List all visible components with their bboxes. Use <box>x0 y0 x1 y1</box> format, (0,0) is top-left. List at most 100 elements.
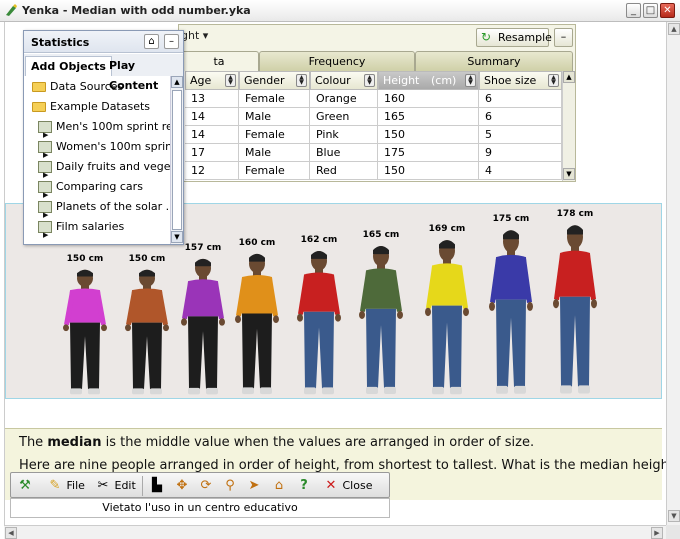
person-figure[interactable] <box>296 249 342 396</box>
tree-item[interactable]: Daily fruits and vege... <box>38 158 170 184</box>
table-cell[interactable]: 175 <box>378 144 479 162</box>
scroll-up-icon[interactable]: ▲ <box>563 71 575 83</box>
table-cell[interactable]: 9 <box>479 144 562 162</box>
dataset-icon <box>38 181 52 204</box>
person-figure[interactable] <box>124 268 170 396</box>
column-unit-label: (cm) <box>431 74 457 87</box>
table-cell[interactable]: Male <box>239 144 310 162</box>
table-cell[interactable]: 5 <box>479 126 562 144</box>
table-cell[interactable]: 4 <box>479 162 562 180</box>
table-cell[interactable]: 17 <box>185 144 239 162</box>
table-cell[interactable]: 13 <box>185 90 239 108</box>
table-cell[interactable]: 160 <box>378 90 479 108</box>
sort-icon[interactable]: ▲ ▼ <box>225 74 236 87</box>
close-label: Close <box>342 479 373 492</box>
tree-item-label: Film salaries <box>56 220 125 233</box>
table-cell[interactable]: Pink <box>310 126 378 144</box>
scroll-down-icon[interactable]: ▼ <box>668 510 680 522</box>
tree-item[interactable]: Film salaries <box>38 218 125 244</box>
move-icon[interactable]: ✥ <box>174 476 190 495</box>
height-label: 175 cm <box>492 214 530 224</box>
table-scrollbar[interactable]: ▲ ▼ <box>562 71 575 181</box>
height-label: 165 cm <box>362 230 400 240</box>
person-figure[interactable] <box>488 228 534 396</box>
table-cell[interactable]: 6 <box>479 108 562 126</box>
person-figure[interactable] <box>424 238 470 396</box>
tree-item[interactable]: Example Datasets <box>32 98 150 116</box>
person-figure[interactable] <box>234 252 280 396</box>
scroll-up-icon[interactable]: ▲ <box>171 76 183 88</box>
tab-summary[interactable]: Summary <box>415 51 573 71</box>
sort-icon[interactable]: ▲ ▼ <box>364 74 375 87</box>
column-header-shoe-size[interactable]: Shoe size ▲ ▼ <box>479 71 562 90</box>
home-icon[interactable]: ⌂ <box>144 34 159 49</box>
wand-icon[interactable]: ⚒ <box>17 476 33 495</box>
resample-button[interactable]: ↻ Resample <box>476 28 552 47</box>
column-header-age[interactable]: Age ▲ ▼ <box>185 71 239 90</box>
scrollbar-thumb[interactable] <box>172 90 182 230</box>
sort-icon[interactable]: ▲ ▼ <box>465 74 476 87</box>
scroll-left-icon[interactable]: ◀ <box>5 527 17 539</box>
table-cell[interactable]: Male <box>239 108 310 126</box>
table-cell[interactable]: Green <box>310 108 378 126</box>
edit-menu-button[interactable]: ✂ Edit <box>95 476 136 495</box>
help-icon[interactable]: ? <box>296 476 312 495</box>
file-menu-button[interactable]: ✎ File <box>47 476 85 495</box>
file-icon: ✎ <box>49 478 61 493</box>
tree-item[interactable]: Planets of the solar ... <box>38 198 170 224</box>
main-horizontal-scrollbar[interactable]: ◀ ▶ <box>4 525 666 539</box>
maximize-button[interactable]: □ <box>643 3 658 18</box>
table-cell[interactable]: 14 <box>185 108 239 126</box>
statistics-minimize-button[interactable]: – <box>164 34 179 49</box>
home-icon[interactable]: ⌂ <box>271 476 287 495</box>
main-vertical-scrollbar[interactable]: ▲ ▼ <box>666 22 680 525</box>
variable-dropdown[interactable]: ght ▾ <box>181 29 208 42</box>
pointer-icon[interactable]: ➤ <box>246 476 262 495</box>
sort-icon[interactable]: ▲ ▼ <box>548 74 559 87</box>
rotate-icon[interactable]: ⟳ <box>198 476 214 495</box>
close-window-button[interactable]: ✕ <box>660 3 675 18</box>
folder-icon <box>32 102 46 112</box>
table-cell[interactable]: 14 <box>185 126 239 144</box>
table-cell[interactable]: Female <box>239 126 310 144</box>
scroll-right-icon[interactable]: ▶ <box>651 527 663 539</box>
table-cell[interactable]: 150 <box>378 162 479 180</box>
table-cell[interactable]: 6 <box>479 90 562 108</box>
tab-data[interactable]: ta <box>179 51 259 71</box>
save-icon[interactable]: ▙ <box>149 476 165 495</box>
table-cell[interactable]: 12 <box>185 162 239 180</box>
column-header-height[interactable]: Height (cm) ▲ ▼ <box>378 71 479 90</box>
scroll-down-icon[interactable]: ▼ <box>171 231 183 243</box>
person-figure[interactable] <box>552 223 598 396</box>
statistics-scrollbar[interactable]: ▲ ▼ <box>170 76 183 244</box>
column-header-colour[interactable]: Colour ▲ ▼ <box>310 71 378 90</box>
table-cell[interactable]: Orange <box>310 90 378 108</box>
column-header-gender[interactable]: Gender ▲ ▼ <box>239 71 310 90</box>
tree-item[interactable]: Data Sources <box>32 78 123 96</box>
tab-add-objects[interactable]: Add Objects <box>25 56 112 76</box>
statistics-title: Statistics <box>31 36 90 49</box>
person-figure[interactable] <box>180 257 226 396</box>
table-cell[interactable]: 165 <box>378 108 479 126</box>
close-button[interactable]: ✕ Close <box>323 476 373 495</box>
table-cell[interactable]: Female <box>239 162 310 180</box>
sort-icon[interactable]: ▲ ▼ <box>296 74 307 87</box>
table-cell[interactable]: 150 <box>378 126 479 144</box>
table-cell[interactable]: Red <box>310 162 378 180</box>
tab-frequency[interactable]: Frequency <box>259 51 415 71</box>
person-figure[interactable] <box>62 268 108 396</box>
table-minimize-button[interactable]: – <box>554 28 573 47</box>
zoom-icon[interactable]: ⚲ <box>222 476 238 495</box>
table-cell[interactable]: Female <box>239 90 310 108</box>
tree-item[interactable]: Men's 100m sprint re... <box>38 118 170 144</box>
person-figure[interactable] <box>358 244 404 396</box>
scroll-up-icon[interactable]: ▲ <box>668 23 680 35</box>
table-cell[interactable]: Blue <box>310 144 378 162</box>
minimize-button[interactable]: _ <box>626 3 641 18</box>
scroll-down-icon[interactable]: ▼ <box>563 168 575 180</box>
column-header-label: Gender <box>244 74 285 87</box>
tree-item[interactable]: Comparing cars <box>38 178 143 204</box>
tab-play-content[interactable]: Play Content <box>104 56 183 92</box>
tree-item[interactable]: Women's 100m sprint... <box>38 138 170 164</box>
text-fragment: is the middle value when the values are … <box>101 435 535 450</box>
